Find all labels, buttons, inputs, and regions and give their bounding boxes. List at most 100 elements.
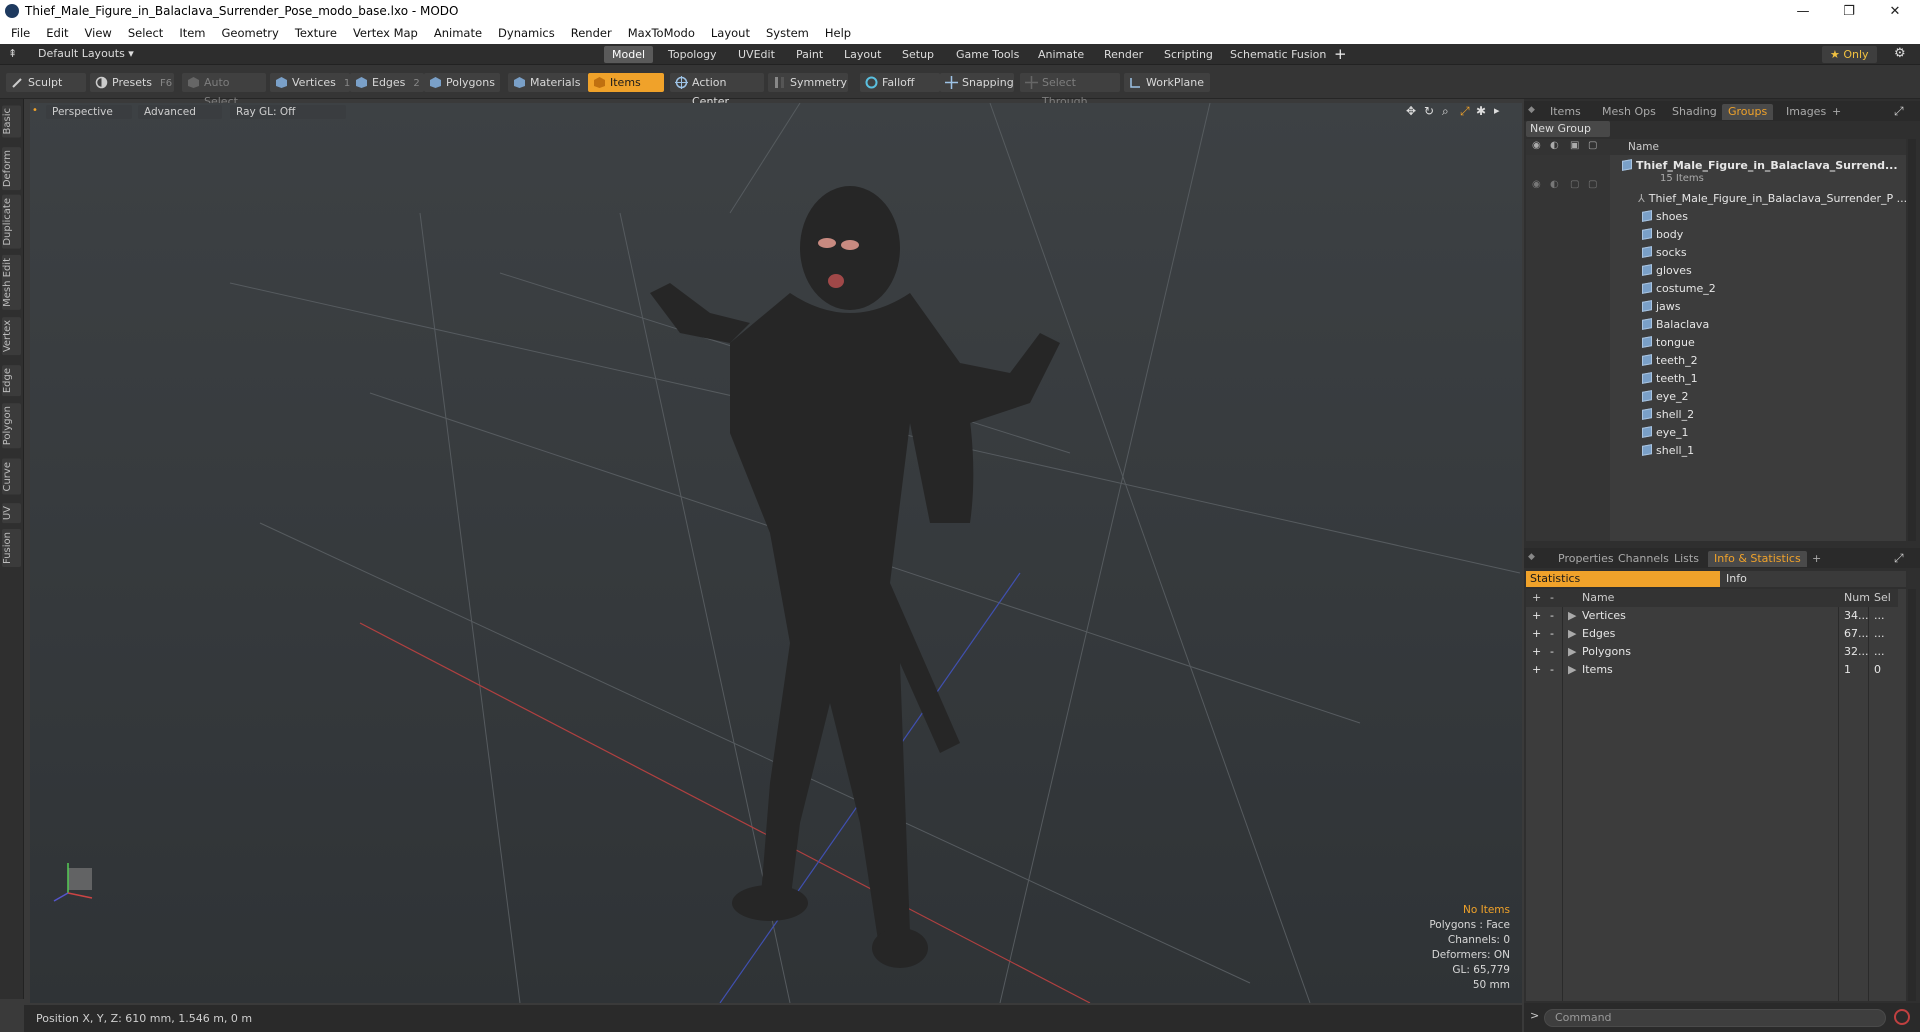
tab-mesh-ops[interactable]: Mesh Ops: [1596, 104, 1662, 120]
tab-model[interactable]: Model: [604, 46, 654, 63]
maximize-button[interactable]: ❐: [1826, 0, 1872, 22]
tab-fusion[interactable]: Fusion: [2, 529, 21, 567]
tab-uv[interactable]: UV: [2, 503, 21, 524]
viewport-settings-icon[interactable]: ✱: [1476, 104, 1486, 118]
panel-menu-icon[interactable]: ◆: [1528, 552, 1535, 562]
list-item[interactable]: eye_1: [1642, 424, 1689, 442]
list-item[interactable]: eye_2: [1642, 388, 1689, 406]
new-group-button[interactable]: New Group: [1526, 121, 1610, 137]
close-button[interactable]: ✕: [1872, 0, 1918, 22]
action-center-button[interactable]: Action Center: [670, 73, 764, 108]
snapping-button[interactable]: Snapping: [940, 73, 1014, 92]
add-panel-tab-icon[interactable]: +: [1826, 104, 1847, 120]
collapse-all-icon[interactable]: -: [1550, 589, 1554, 607]
minimize-button[interactable]: —: [1780, 0, 1826, 22]
vertices-button[interactable]: Vertices 1: [270, 73, 350, 92]
add-layout-tab-icon[interactable]: +: [1334, 45, 1347, 63]
tab-schematic-fusion[interactable]: Schematic Fusion: [1222, 46, 1334, 63]
list-item[interactable]: shell_2: [1642, 406, 1694, 424]
tab-duplicate[interactable]: Duplicate: [2, 195, 21, 249]
perspective-dropdown[interactable]: Perspective: [46, 105, 132, 119]
layout-arrow-icon[interactable]: ⇞: [8, 48, 20, 60]
list-item[interactable]: shell_1: [1642, 442, 1694, 460]
table-row[interactable]: + - ▶ Vertices 34... ...: [1526, 607, 1898, 625]
tab-info-statistics[interactable]: Info & Statistics: [1708, 551, 1807, 567]
tab-animate[interactable]: Animate: [1030, 46, 1092, 63]
menu-texture[interactable]: Texture: [287, 26, 345, 40]
viewport-menu-dot-icon[interactable]: •: [32, 105, 38, 116]
command-input[interactable]: Command: [1544, 1009, 1886, 1027]
viewport-expand-icon[interactable]: ▸: [1494, 104, 1500, 117]
menu-maxtomodo[interactable]: MaxToModo: [620, 26, 703, 40]
expand-arrow-icon[interactable]: ▶: [1568, 607, 1576, 625]
root-render-icon[interactable]: ◐: [1550, 179, 1559, 190]
move-view-icon[interactable]: ✥: [1406, 104, 1416, 118]
tab-properties[interactable]: Properties: [1552, 551, 1620, 567]
raygl-toggle[interactable]: Ray GL: Off: [230, 105, 346, 119]
list-item[interactable]: tongue: [1642, 334, 1695, 352]
menu-animate[interactable]: Animate: [426, 26, 490, 40]
tab-lists[interactable]: Lists: [1668, 551, 1705, 567]
statistics-subtab[interactable]: Statistics: [1526, 571, 1720, 587]
zoom-view-icon[interactable]: ⌕: [1442, 104, 1449, 119]
list-item[interactable]: jaws: [1642, 298, 1681, 316]
menu-layout[interactable]: Layout: [703, 26, 758, 40]
sculpt-button[interactable]: Sculpt: [6, 73, 86, 92]
fit-view-icon[interactable]: ⤢: [1460, 104, 1470, 119]
list-item[interactable]: socks: [1642, 244, 1687, 262]
expand-arrow-icon[interactable]: ▶: [1568, 625, 1576, 643]
expand-arrow-icon[interactable]: ▶: [1568, 661, 1576, 679]
expand-panel-icon[interactable]: ⤢: [1894, 551, 1904, 566]
root-visibility-icon[interactable]: ◉: [1532, 179, 1541, 190]
select-through-button[interactable]: Select Through: [1020, 73, 1120, 108]
tab-basic[interactable]: Basic: [2, 105, 21, 138]
falloff-button[interactable]: Falloff: [860, 73, 940, 92]
tab-shading[interactable]: Shading: [1666, 104, 1723, 120]
list-item[interactable]: shoes: [1642, 208, 1688, 226]
list-item[interactable]: Balaclava: [1642, 316, 1709, 334]
panel-menu-icon[interactable]: ◆: [1528, 105, 1535, 115]
statistics-scrollbar[interactable]: [1908, 589, 1916, 1001]
table-row[interactable]: + - ▶ Polygons 32... ...: [1526, 643, 1898, 661]
default-layouts-dropdown[interactable]: Default Layouts ▾: [38, 47, 134, 60]
menu-file[interactable]: File: [0, 26, 38, 40]
gear-icon[interactable]: ⚙: [1894, 46, 1906, 61]
polygons-button[interactable]: Polygons: [424, 73, 500, 92]
edges-button[interactable]: Edges 2: [350, 73, 424, 92]
presets-button[interactable]: Presets F6: [90, 73, 174, 92]
tab-deform[interactable]: Deform: [2, 147, 21, 191]
rotate-view-icon[interactable]: ↻: [1424, 104, 1434, 118]
info-subtab[interactable]: Info: [1720, 571, 1906, 587]
groups-scrollbar[interactable]: [1908, 139, 1916, 541]
tab-vertex[interactable]: Vertex: [2, 317, 21, 356]
tab-items[interactable]: Items: [1544, 104, 1587, 120]
record-icon[interactable]: [1894, 1009, 1910, 1025]
workplane-button[interactable]: WorkPlane: [1124, 73, 1210, 92]
items-button[interactable]: Items: [588, 73, 664, 92]
menu-vertex-map[interactable]: Vertex Map: [345, 26, 426, 40]
tab-images[interactable]: Images: [1780, 104, 1832, 120]
materials-button[interactable]: Materials: [508, 73, 588, 92]
tab-mesh-edit[interactable]: Mesh Edit: [2, 255, 21, 310]
tab-uvedit[interactable]: UVEdit: [730, 46, 783, 63]
tab-topology[interactable]: Topology: [660, 46, 725, 63]
menu-render[interactable]: Render: [563, 26, 620, 40]
root-lock-icon[interactable]: ▢: [1570, 179, 1579, 190]
group-mesh-item[interactable]: ⅄ Thief_Male_Figure_in_Balaclava_Surrende…: [1638, 190, 1907, 208]
symmetry-button[interactable]: Symmetry: [768, 73, 848, 92]
add-panel-tab-icon[interactable]: +: [1806, 551, 1827, 567]
tab-render[interactable]: Render: [1096, 46, 1151, 63]
root-select-icon[interactable]: ▢: [1588, 179, 1597, 190]
list-item[interactable]: teeth_1: [1642, 370, 1698, 388]
only-toggle[interactable]: ★ Only: [1822, 46, 1877, 63]
menu-select[interactable]: Select: [120, 26, 171, 40]
list-item[interactable]: gloves: [1642, 262, 1692, 280]
auto-select-button[interactable]: Auto Select: [182, 73, 266, 108]
tab-channels[interactable]: Channels: [1612, 551, 1675, 567]
tab-game-tools[interactable]: Game Tools: [948, 46, 1027, 63]
list-item[interactable]: body: [1642, 226, 1683, 244]
3d-viewport[interactable]: • Perspective Advanced Ray GL: Off ✥ ↻ ⌕…: [30, 103, 1522, 1003]
advanced-dropdown[interactable]: Advanced: [138, 105, 222, 119]
expand-arrow-icon[interactable]: ▶: [1568, 643, 1576, 661]
tab-edge[interactable]: Edge: [2, 365, 21, 397]
